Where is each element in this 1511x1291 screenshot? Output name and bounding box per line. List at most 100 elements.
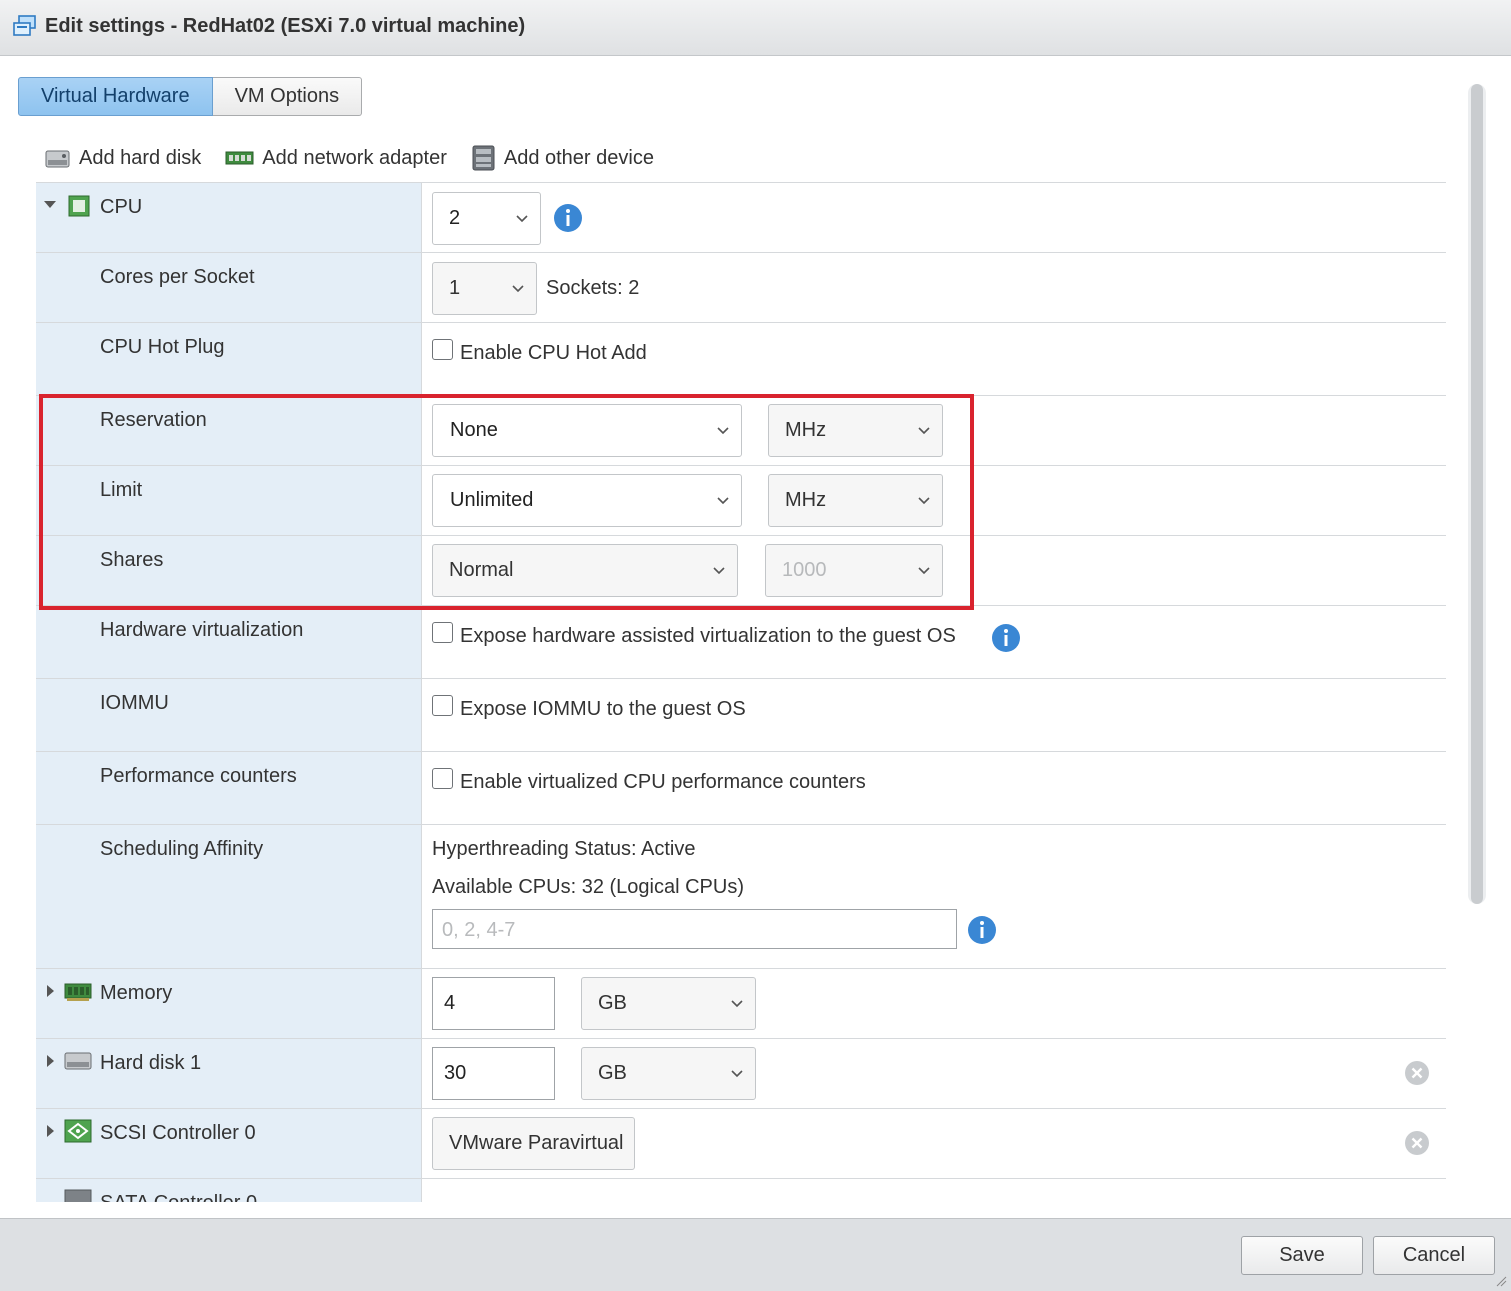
- reservation-select[interactable]: None: [432, 404, 742, 457]
- scsi-controller-type-select[interactable]: VMware Paravirtual: [432, 1117, 635, 1170]
- info-icon[interactable]: [991, 623, 1021, 653]
- hard-disk-icon: [45, 150, 70, 168]
- shares-amount-select[interactable]: 1000: [765, 544, 943, 597]
- cpu-hot-plug-label: CPU Hot Plug: [100, 336, 225, 358]
- sata-controller-label: SATA Controller 0: [100, 1192, 257, 1202]
- hardware-virtualization-label: Hardware virtualization: [100, 619, 304, 641]
- chevron-down-icon: [731, 1070, 743, 1078]
- expand-hard-disk-icon[interactable]: [47, 1055, 54, 1067]
- scsi-controller-row: SCSI Controller 0 VMware Paravirtual: [36, 1109, 1446, 1179]
- expand-scsi-controller-icon[interactable]: [47, 1125, 54, 1137]
- limit-select[interactable]: Unlimited: [432, 474, 742, 527]
- cpu-icon: [68, 195, 90, 217]
- scsi-controller-label: SCSI Controller 0: [100, 1122, 256, 1144]
- tab-vm-options[interactable]: VM Options: [212, 77, 363, 116]
- hard-disk-size-input[interactable]: 30: [432, 1047, 555, 1100]
- scsi-controller-icon: [64, 1119, 92, 1143]
- memory-row: Memory 4 GB: [36, 969, 1446, 1039]
- add-other-device-button[interactable]: Add other device: [471, 144, 654, 172]
- enable-cpu-hot-add-checkbox[interactable]: [432, 339, 453, 360]
- title-bar: Edit settings - RedHat02 (ESXi 7.0 virtu…: [0, 0, 1511, 56]
- hard-disk-icon: [64, 1052, 92, 1070]
- performance-counters-label: Performance counters: [100, 765, 297, 787]
- iommu-label: IOMMU: [100, 692, 169, 714]
- scrollbar[interactable]: [1468, 84, 1486, 904]
- chevron-down-icon: [516, 215, 528, 223]
- remove-hard-disk-icon[interactable]: [1404, 1060, 1430, 1086]
- memory-label: Memory: [100, 982, 173, 1004]
- tab-virtual-hardware[interactable]: Virtual Hardware: [18, 77, 213, 116]
- hardware-virtualization-row: Hardware virtualization Expose hardware …: [36, 606, 1446, 679]
- cores-per-socket-select[interactable]: 1: [432, 262, 537, 315]
- device-toolbar: Add hard disk Add network adapter Add ot…: [44, 143, 678, 173]
- expose-iommu-checkbox[interactable]: [432, 695, 453, 716]
- add-network-adapter-button[interactable]: Add network adapter: [225, 147, 447, 170]
- expand-memory-icon[interactable]: [47, 985, 54, 997]
- chevron-down-icon: [731, 1000, 743, 1008]
- chevron-down-icon: [918, 427, 930, 435]
- dialog-footer: Save Cancel: [0, 1218, 1511, 1291]
- shares-label: Shares: [100, 549, 164, 571]
- sata-controller-row: SATA Controller 0: [36, 1179, 1446, 1202]
- shares-select[interactable]: Normal: [432, 544, 738, 597]
- reservation-row: Reservation None MHz: [36, 396, 1446, 466]
- sata-controller-icon: [64, 1189, 92, 1202]
- add-other-device-label: Add other device: [503, 146, 654, 169]
- cpu-label: CPU: [100, 196, 143, 218]
- vm-icon: [13, 15, 36, 36]
- expand-cpu-icon[interactable]: [44, 201, 56, 208]
- enable-cpu-hot-add-label: Enable CPU Hot Add: [460, 342, 647, 364]
- chevron-down-icon: [918, 497, 930, 505]
- scheduling-affinity-row: Scheduling Affinity Hyperthreading Statu…: [36, 825, 1446, 969]
- sockets-text: Sockets: 2: [546, 277, 640, 299]
- info-icon[interactable]: [553, 203, 583, 233]
- chevron-down-icon: [717, 497, 729, 505]
- reservation-unit-select[interactable]: MHz: [768, 404, 943, 457]
- dialog-title: Edit settings - RedHat02 (ESXi 7.0 virtu…: [45, 15, 526, 37]
- cpu-count-select[interactable]: 2: [432, 192, 541, 245]
- memory-unit-select[interactable]: GB: [581, 977, 756, 1030]
- shares-row: Shares Normal 1000: [36, 536, 1446, 606]
- enable-performance-counters-checkbox[interactable]: [432, 768, 453, 789]
- limit-label: Limit: [100, 479, 143, 501]
- scheduling-affinity-input[interactable]: 0, 2, 4-7: [432, 909, 957, 949]
- enable-performance-counters-label: Enable virtualized CPU performance count…: [460, 771, 866, 793]
- memory-size-input[interactable]: 4: [432, 977, 555, 1030]
- cpu-hot-plug-row: CPU Hot Plug Enable CPU Hot Add: [36, 323, 1446, 396]
- performance-counters-row: Performance counters Enable virtualized …: [36, 752, 1446, 825]
- limit-row: Limit Unlimited MHz: [36, 466, 1446, 536]
- cores-per-socket-row: Cores per Socket 1 Sockets: 2: [36, 253, 1446, 323]
- iommu-row: IOMMU Expose IOMMU to the guest OS: [36, 679, 1446, 752]
- limit-unit-select[interactable]: MHz: [768, 474, 943, 527]
- remove-scsi-controller-icon[interactable]: [1404, 1130, 1430, 1156]
- memory-icon: [64, 983, 92, 1001]
- cores-per-socket-label: Cores per Socket: [100, 266, 255, 288]
- chevron-down-icon: [512, 285, 524, 293]
- add-network-adapter-label: Add network adapter: [262, 146, 447, 169]
- hard-disk-row: Hard disk 1 30 GB: [36, 1039, 1446, 1109]
- cpu-row: CPU 2: [36, 183, 1446, 253]
- cancel-button[interactable]: Cancel: [1373, 1236, 1495, 1275]
- available-cpus: Available CPUs: 32 (Logical CPUs): [432, 876, 744, 898]
- expose-hardware-virtualization-checkbox[interactable]: [432, 622, 453, 643]
- save-button[interactable]: Save: [1241, 1236, 1363, 1275]
- reservation-label: Reservation: [100, 409, 207, 431]
- add-hard-disk-button[interactable]: Add hard disk: [44, 145, 201, 171]
- scrollbar-thumb[interactable]: [1471, 84, 1483, 904]
- hard-disk-label: Hard disk 1: [100, 1052, 202, 1074]
- chevron-down-icon: [918, 567, 930, 575]
- network-adapter-icon: [225, 151, 254, 165]
- other-device-icon: [472, 145, 495, 171]
- hardware-settings-grid: CPU 2 Cores per Socket 1 Sockets: 2 CPU …: [36, 182, 1446, 1202]
- tab-bar: Virtual Hardware VM Options: [18, 77, 363, 116]
- scheduling-affinity-label: Scheduling Affinity: [100, 838, 264, 860]
- resize-grip-icon[interactable]: [1495, 1275, 1507, 1287]
- chevron-down-icon: [713, 567, 725, 575]
- chevron-down-icon: [717, 427, 729, 435]
- add-hard-disk-label: Add hard disk: [79, 146, 202, 169]
- hard-disk-unit-select[interactable]: GB: [581, 1047, 756, 1100]
- hyperthreading-status: Hyperthreading Status: Active: [432, 838, 696, 860]
- expose-iommu-label: Expose IOMMU to the guest OS: [460, 698, 746, 720]
- info-icon[interactable]: [967, 915, 997, 945]
- expose-hardware-virtualization-label: Expose hardware assisted virtualization …: [460, 625, 956, 647]
